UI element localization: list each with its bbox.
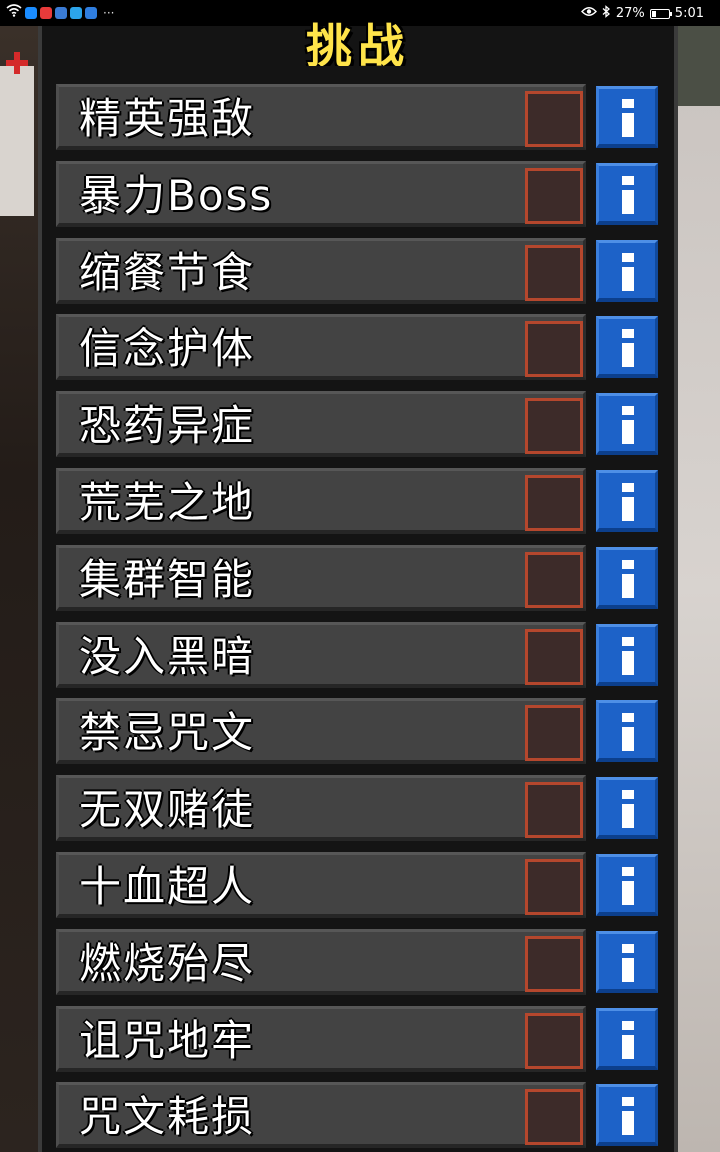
challenge-label: 荒芜之地 (79, 478, 256, 527)
challenge-info-button[interactable] (596, 470, 658, 532)
health-cross-icon (6, 52, 28, 74)
clock: 5:01 (674, 6, 704, 21)
challenge-label: 恐药异症 (79, 401, 256, 450)
challenge-checkbox[interactable] (525, 168, 583, 224)
notification-app-icon-1 (25, 6, 37, 19)
challenge-checkbox[interactable] (525, 1013, 583, 1069)
challenge-checkbox[interactable] (525, 398, 583, 454)
challenge-info-button[interactable] (596, 393, 658, 455)
challenge-row: 恐药异症 (56, 391, 586, 457)
challenge-label: 燃烧殆尽 (79, 939, 256, 988)
challenge-row: 荒芜之地 (56, 468, 586, 534)
scene-left-wall (0, 66, 34, 216)
challenge-checkbox[interactable] (525, 705, 583, 761)
challenge-info-button[interactable] (596, 1008, 658, 1070)
challenge-row: 禁忌咒文 (56, 698, 586, 764)
challenge-info-button[interactable] (596, 163, 658, 225)
challenge-label: 十血超人 (79, 862, 256, 911)
challenge-label: 集群智能 (79, 555, 256, 604)
challenge-label: 暴力Boss (79, 171, 274, 220)
challenge-checkbox[interactable] (525, 936, 583, 992)
challenge-row: 无双赌徒 (56, 775, 586, 841)
challenge-info-button[interactable] (596, 1084, 658, 1146)
challenge-label: 缩餐节食 (79, 248, 256, 297)
challenge-label: 精英强敌 (79, 94, 256, 143)
challenge-row: 十血超人 (56, 852, 586, 918)
challenge-checkbox[interactable] (525, 552, 583, 608)
challenge-info-button[interactable] (596, 931, 658, 993)
challenge-checkbox[interactable] (525, 91, 583, 147)
challenge-label: 信念护体 (79, 324, 256, 373)
challenge-info-button[interactable] (596, 316, 658, 378)
challenge-row: 暴力Boss (56, 161, 586, 227)
challenge-info-button[interactable] (596, 547, 658, 609)
challenge-info-button[interactable] (596, 86, 658, 148)
challenge-checkbox[interactable] (525, 321, 583, 377)
challenge-info-button[interactable] (596, 700, 658, 762)
challenge-row: 咒文耗损 (56, 1082, 586, 1148)
challenge-label: 无双赌徒 (79, 785, 256, 834)
challenge-row: 诅咒地牢 (56, 1006, 586, 1072)
challenge-info-button[interactable] (596, 624, 658, 686)
challenge-row: 精英强敌 (56, 84, 586, 150)
challenge-label: 诅咒地牢 (79, 1016, 256, 1065)
challenge-row: 没入黑暗 (56, 622, 586, 688)
challenge-label: 没入黑暗 (79, 632, 256, 681)
window-title: 挑战 (306, 19, 410, 66)
scene-right-top (678, 26, 720, 106)
challenge-info-button[interactable] (596, 240, 658, 302)
challenge-checkbox[interactable] (525, 245, 583, 301)
challenge-row: 集群智能 (56, 545, 586, 611)
challenge-info-button[interactable] (596, 854, 658, 916)
challenge-label: 咒文耗损 (79, 1092, 256, 1141)
challenges-window: 挑战 精英强敌暴力Boss 缩餐节食信念护体恐药异症荒芜之地集群智能没入黑暗禁忌咒… (38, 19, 678, 1152)
challenge-label: 禁忌咒文 (79, 708, 256, 757)
challenge-checkbox[interactable] (525, 859, 583, 915)
challenge-checkbox[interactable] (525, 475, 583, 531)
scene-right-edge (678, 26, 720, 1152)
challenge-row: 燃烧殆尽 (56, 929, 586, 995)
challenge-checkbox[interactable] (525, 1089, 583, 1145)
challenge-checkbox[interactable] (525, 629, 583, 685)
challenge-info-button[interactable] (596, 777, 658, 839)
wifi-icon (6, 4, 22, 21)
challenge-row: 缩餐节食 (56, 238, 586, 304)
challenge-checkbox[interactable] (525, 782, 583, 838)
challenge-row: 信念护体 (56, 314, 586, 380)
